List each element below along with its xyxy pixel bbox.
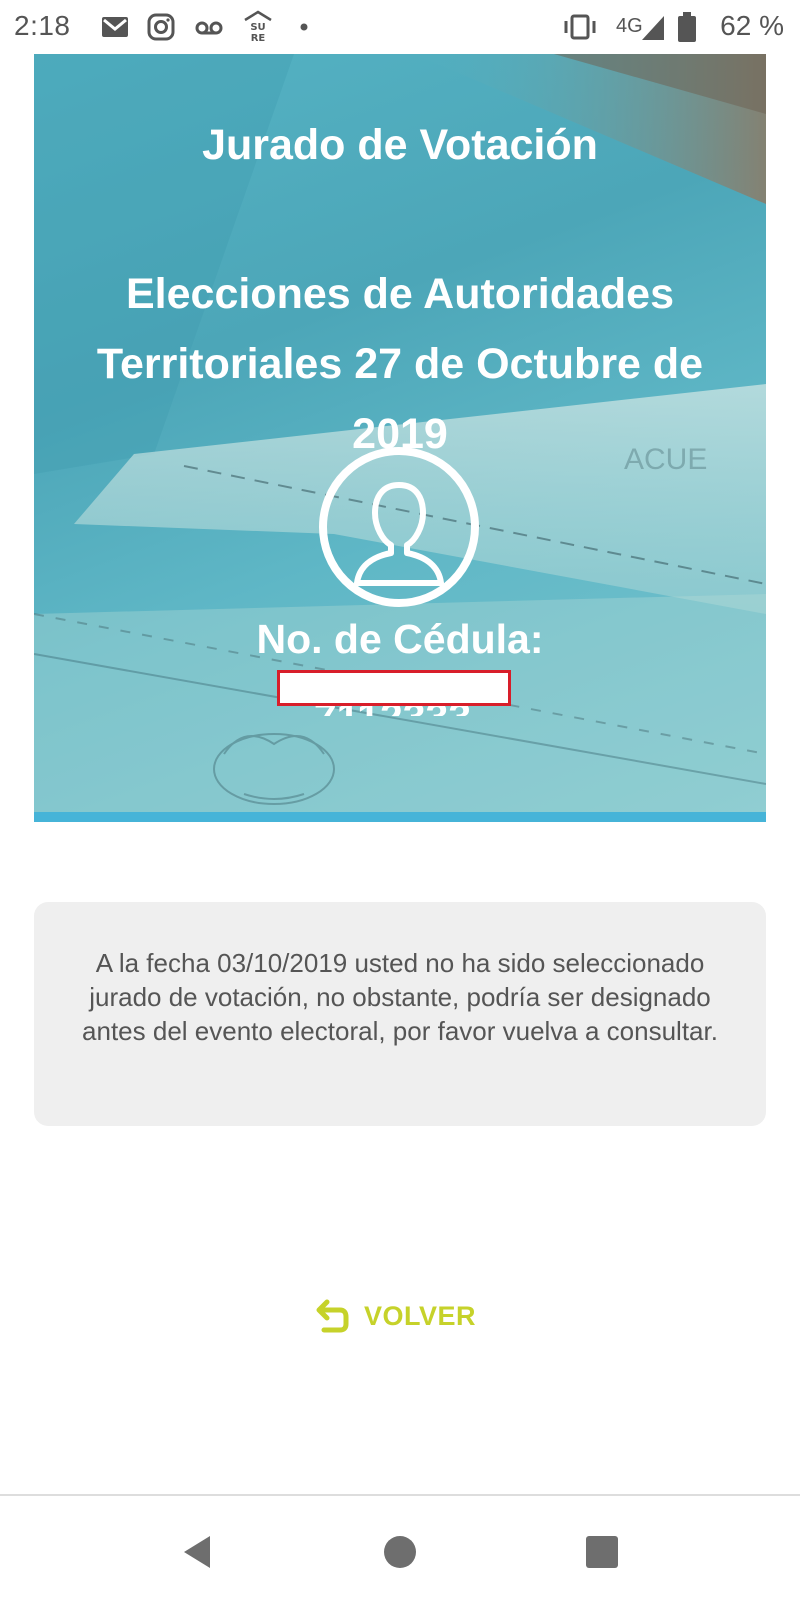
- redaction-box: [277, 670, 511, 706]
- volver-button[interactable]: VOLVER: [310, 1294, 476, 1338]
- hero-divider-line: [34, 812, 766, 822]
- gmail-icon: [102, 17, 128, 37]
- home-circle-icon[interactable]: [380, 1532, 420, 1572]
- instagram-icon: [147, 13, 175, 41]
- status-message-card: A la fecha 03/10/2019 usted no ha sido s…: [34, 902, 766, 1126]
- status-time: 2:18: [14, 10, 71, 41]
- svg-text:SU: SU: [250, 22, 265, 33]
- status-message: A la fecha 03/10/2019 usted no ha sido s…: [82, 948, 718, 1046]
- battery-icon: [678, 12, 696, 42]
- sure-app-icon: SU RE: [244, 10, 272, 44]
- avatar: [319, 447, 479, 607]
- hero-banner: ACUE Jurado de Votación Elecciones de Au…: [34, 54, 766, 822]
- recents-square-icon[interactable]: [582, 1532, 622, 1572]
- cedula-label: No. de Cédula:: [256, 616, 544, 662]
- undo-arrow-icon: [316, 1299, 349, 1333]
- battery-percent: 62 %: [720, 10, 784, 41]
- volver-label: VOLVER: [364, 1300, 477, 1331]
- user-silhouette-icon: [354, 482, 444, 586]
- election-title: Elecciones de Autoridades Territoriales …: [96, 270, 704, 458]
- page-title: Jurado de Votación: [202, 121, 598, 169]
- dot-icon: [300, 23, 308, 31]
- network-type: 4G: [616, 15, 643, 37]
- signal-icon: [642, 16, 664, 40]
- app-screen: 2:18 SU RE 4G 62 % ACUE Jurado de Votaci…: [0, 0, 800, 1600]
- status-bar: 2:18 SU RE 4G 62 %: [0, 0, 800, 54]
- system-nav-bar: [0, 1496, 800, 1600]
- back-triangle-icon[interactable]: [178, 1532, 218, 1572]
- voicemail-icon: [195, 21, 223, 35]
- svg-text:RE: RE: [251, 33, 266, 44]
- vibrate-icon: [564, 14, 596, 40]
